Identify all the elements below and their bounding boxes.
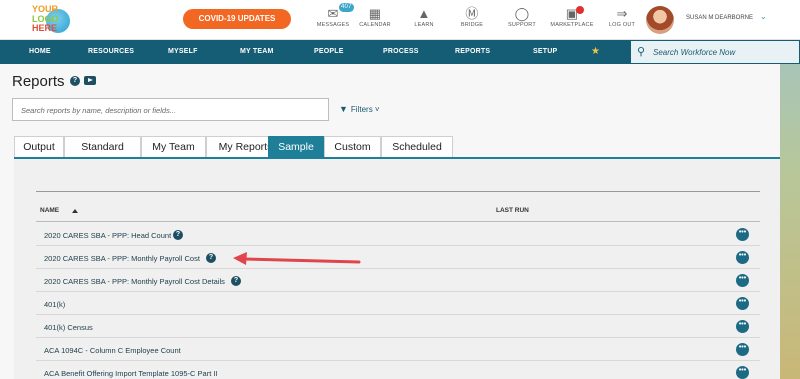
annotation-arrow bbox=[233, 252, 361, 265]
logout-label: LOG OUT bbox=[608, 22, 636, 28]
workforce-search-input[interactable]: ⚲ Search Workforce Now bbox=[630, 40, 800, 64]
logout-icon: ⇒ bbox=[616, 6, 628, 21]
more-options-icon[interactable]: ••• bbox=[736, 274, 749, 287]
tab-scheduled[interactable]: Scheduled bbox=[381, 136, 453, 157]
table-header-rule bbox=[36, 221, 760, 222]
table-row[interactable]: 2020 CARES SBA - PPP: Monthly Payroll Co… bbox=[36, 247, 760, 269]
report-name[interactable]: 401(k) bbox=[44, 300, 65, 309]
filter-icon: ▼ bbox=[339, 104, 348, 114]
video-icon[interactable] bbox=[84, 76, 96, 85]
sort-ascending-icon[interactable] bbox=[72, 209, 78, 213]
graduation-cap-icon: ▲ bbox=[417, 6, 431, 21]
help-icon[interactable]: ? bbox=[70, 76, 80, 86]
marketplace-notification-dot bbox=[576, 6, 584, 14]
user-name[interactable]: SUSAN M DEARBORNE bbox=[686, 15, 753, 21]
report-name[interactable]: 401(k) Census bbox=[44, 323, 93, 332]
report-name[interactable]: ACA 1094C - Column C Employee Count bbox=[44, 346, 181, 355]
nav-home[interactable]: HOME bbox=[29, 40, 51, 64]
calendar-button[interactable]: ▦ CALENDAR bbox=[350, 6, 400, 28]
report-search-input[interactable]: Search reports by name, description or f… bbox=[12, 98, 329, 121]
report-search-placeholder: Search reports by name, description or f… bbox=[21, 106, 177, 115]
help-icon[interactable]: ? bbox=[173, 230, 183, 240]
nav-myself[interactable]: MYSELF bbox=[168, 40, 198, 64]
learn-label: LEARN bbox=[414, 22, 434, 28]
chevron-down-icon[interactable]: ⌄ bbox=[760, 12, 767, 21]
table-row[interactable]: 401(k) Census ••• bbox=[36, 316, 760, 338]
bridge-label: BRIDGE bbox=[460, 22, 484, 28]
more-options-icon[interactable]: ••• bbox=[736, 228, 749, 241]
nav-resources[interactable]: RESOURCES bbox=[88, 40, 134, 64]
logo-text: YOUR LOGO HERE bbox=[32, 4, 72, 34]
arrow-shaft bbox=[241, 257, 361, 264]
logo-line-3: HERE bbox=[32, 23, 58, 33]
page-title: Reports bbox=[12, 73, 65, 90]
filters-label: Filters bbox=[350, 105, 373, 114]
messages-label: MESSAGES bbox=[316, 22, 350, 28]
table-row[interactable]: 2020 CARES SBA - PPP: Monthly Payroll Co… bbox=[36, 270, 760, 292]
table-row[interactable]: 401(k) ••• bbox=[36, 293, 760, 315]
column-header-last-run[interactable]: LAST RUN bbox=[496, 207, 529, 214]
workforce-search-placeholder: Search Workforce Now bbox=[653, 48, 736, 57]
nav-people[interactable]: PEOPLE bbox=[314, 40, 344, 64]
report-name[interactable]: ACA Benefit Offering Import Template 109… bbox=[44, 369, 218, 378]
calendar-icon: ▦ bbox=[368, 6, 382, 21]
more-options-icon[interactable]: ••• bbox=[736, 320, 749, 333]
tab-output[interactable]: Output bbox=[14, 136, 64, 157]
reports-page: Reports ? Search reports by name, descri… bbox=[0, 64, 780, 379]
company-logo[interactable]: YOUR LOGO HERE bbox=[32, 4, 72, 37]
bridge-button[interactable]: Ⓜ BRIDGE bbox=[447, 6, 497, 28]
more-options-icon[interactable]: ••• bbox=[736, 343, 749, 356]
top-header: YOUR LOGO HERE COVID-19 UPDATES ✉ 407 ME… bbox=[0, 0, 800, 40]
help-icon[interactable]: ? bbox=[231, 276, 241, 286]
arrow-head bbox=[233, 252, 247, 265]
support-button[interactable]: ◯ SUPPORT bbox=[497, 6, 547, 28]
logout-button[interactable]: ⇒ LOG OUT bbox=[597, 6, 647, 28]
table-row[interactable]: 2020 CARES SBA - PPP: Head Count ? ••• bbox=[36, 224, 760, 246]
tab-custom[interactable]: Custom bbox=[324, 136, 381, 157]
covid-updates-button[interactable]: COVID-19 UPDATES bbox=[183, 9, 291, 29]
marketplace-button[interactable]: ▣ MARKETPLACE bbox=[547, 6, 597, 28]
nav-reports[interactable]: REPORTS bbox=[455, 40, 490, 64]
calendar-label: CALENDAR bbox=[359, 22, 391, 28]
support-chat-icon: ◯ bbox=[514, 6, 530, 21]
nav-setup[interactable]: SETUP bbox=[533, 40, 557, 64]
avatar[interactable] bbox=[646, 6, 674, 34]
learn-button[interactable]: ▲ LEARN bbox=[399, 6, 449, 28]
marketplace-label: MARKETPLACE bbox=[550, 22, 594, 28]
more-options-icon[interactable]: ••• bbox=[736, 297, 749, 310]
report-name[interactable]: 2020 CARES SBA - PPP: Monthly Payroll Co… bbox=[44, 277, 225, 286]
filters-button[interactable]: ▼ Filters ˅ bbox=[339, 104, 380, 114]
favorites-star-icon[interactable]: ★ bbox=[591, 40, 600, 64]
table-row[interactable]: ACA 1094C - Column C Employee Count ••• bbox=[36, 339, 760, 361]
report-name[interactable]: 2020 CARES SBA - PPP: Monthly Payroll Co… bbox=[44, 254, 200, 263]
table-row[interactable]: ACA Benefit Offering Import Template 109… bbox=[36, 362, 760, 379]
help-icon[interactable]: ? bbox=[206, 253, 216, 263]
support-label: SUPPORT bbox=[508, 22, 536, 28]
nav-my-team[interactable]: MY TEAM bbox=[240, 40, 274, 64]
tab-standard[interactable]: Standard bbox=[64, 136, 141, 157]
marketplace-icon: ▣ bbox=[565, 6, 579, 21]
more-options-icon[interactable]: ••• bbox=[736, 366, 749, 379]
bridge-icon: Ⓜ bbox=[465, 6, 479, 21]
table-top-rule bbox=[36, 191, 760, 192]
chevron-down-icon: ˅ bbox=[372, 105, 380, 114]
search-icon: ⚲ bbox=[637, 46, 646, 58]
tab-my-team[interactable]: My Team bbox=[141, 136, 206, 157]
nav-process[interactable]: PROCESS bbox=[383, 40, 419, 64]
more-options-icon[interactable]: ••• bbox=[736, 251, 749, 264]
column-header-name[interactable]: NAME bbox=[40, 207, 59, 214]
tab-sample[interactable]: Sample bbox=[268, 136, 324, 157]
report-name[interactable]: 2020 CARES SBA - PPP: Head Count bbox=[44, 231, 171, 240]
reports-table: NAME LAST RUN 2020 CARES SBA - PPP: Head… bbox=[14, 159, 780, 379]
